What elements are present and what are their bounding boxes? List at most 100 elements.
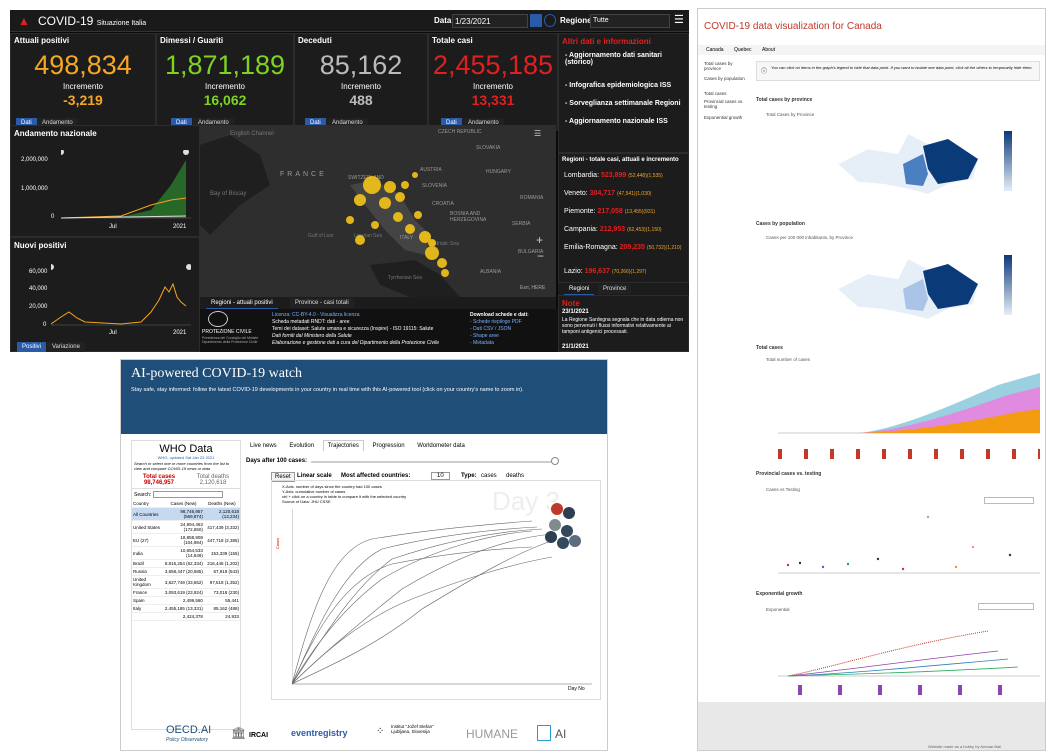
side-link[interactable]: Exponential growth: [704, 115, 742, 120]
growth-select[interactable]: [978, 603, 1034, 610]
map-bubbles: [346, 172, 449, 277]
table-header: Country Cases (New) Deaths (New): [132, 500, 240, 508]
nav-canada[interactable]: Canada: [706, 47, 724, 53]
region-row[interactable]: Lombardia: 523,899 (52,448)(1,535): [564, 172, 663, 179]
menu-icon[interactable]: ☰: [674, 13, 684, 26]
table-row[interactable]: India 10,654,533 (14,849) 153,339 (155): [132, 546, 240, 560]
total-cases-legend: [778, 449, 1040, 459]
ircai-logo: IRCAI: [249, 732, 269, 739]
region-row[interactable]: Campania: 212,953 (62,453)(1,150): [564, 226, 662, 233]
table-row[interactable]: All Countries 98,746,957 (569,874) 2,120,6…: [132, 507, 240, 521]
download-link[interactable]: - Metadata: [470, 340, 494, 346]
nav-quebec[interactable]: Quebec: [734, 47, 752, 53]
search-label: Search:: [134, 491, 152, 498]
tab-trajectories[interactable]: Trajectories: [322, 440, 364, 451]
col-deaths[interactable]: Deaths (New): [203, 500, 240, 508]
trend-xtick: 2021: [173, 224, 187, 230]
tab-regioni-positivi[interactable]: Regioni - attuali positivi: [206, 298, 278, 309]
table-row[interactable]: Brazil 8,816,254 (62,334) 216,445 (1,202): [132, 559, 240, 568]
tab-live-news[interactable]: Live news: [246, 441, 281, 451]
links-header: Altri dati e informazioni: [562, 37, 651, 46]
side-link[interactable]: Total cases by province: [704, 61, 746, 71]
table-row[interactable]: Italy 2,455,185 (13,331) 85,162 (488): [132, 604, 240, 613]
tab-positivi[interactable]: Positivi: [17, 342, 47, 352]
tab-evolution[interactable]: Evolution: [285, 441, 318, 451]
zoom-in-icon[interactable]: +: [536, 233, 543, 247]
fonti-text: Dati forniti dal Ministero della Salute: [272, 333, 352, 339]
scheda-link[interactable]: Scheda metadati RNDT: dati - aree: [272, 319, 350, 325]
link-aggiornamento[interactable]: - Aggiornamento nazionale ISS: [565, 118, 668, 125]
tab-progression[interactable]: Progression: [369, 441, 409, 451]
search-row: Search:: [132, 489, 240, 500]
canada-map-2: [837, 258, 979, 320]
table-row[interactable]: EU (27) 18,858,908 (104,984) 447,718 (2,38…: [132, 533, 240, 547]
days-slider-handle[interactable]: [551, 457, 559, 465]
who-totals: Total cases 98,746,957 Total deaths 2,120,…: [132, 472, 240, 489]
table-row[interactable]: France 3,093,619 (23,924) 73,018 (230): [132, 588, 240, 597]
map-tab-bar: Regioni - attuali positivi Province - ca…: [200, 297, 556, 309]
region-select[interactable]: Tutte: [590, 14, 670, 28]
download-header: Download schede e dati:: [470, 312, 529, 318]
col-country[interactable]: Country: [132, 500, 164, 508]
search-input[interactable]: [153, 491, 224, 498]
most-affected-select[interactable]: 10: [431, 472, 450, 480]
side-link[interactable]: Total cases: [704, 91, 727, 96]
elab-text: Elaborazione e gestione dati a cura del …: [272, 340, 440, 346]
chart-notes: X-Axis: number of days since the country…: [282, 484, 407, 504]
clock-icon[interactable]: [544, 14, 556, 27]
table-row[interactable]: 2,424,378 24,933: [132, 612, 240, 621]
footer-text: Website made as a hobby by Annaar Bali: [928, 744, 1002, 749]
col-cases[interactable]: Cases (New): [163, 500, 204, 508]
layers-icon[interactable]: ☰: [534, 129, 541, 138]
newpos-ytick: 40,000: [29, 286, 48, 292]
region-row[interactable]: Lazio: 196,637 (70,266)(1,297): [564, 268, 646, 275]
protezione-sub: Presidenza del Consiglio dei Ministri Di…: [202, 336, 259, 344]
calendar-icon[interactable]: [530, 14, 542, 27]
side-link[interactable]: Cases by population: [704, 76, 746, 81]
tab-worldometer[interactable]: Worldometer data: [413, 441, 469, 451]
ai-covid-watch: AI-powered COVID-19 watch Stay safe, sta…: [120, 359, 608, 751]
tab-regioni[interactable]: Regioni: [564, 284, 595, 295]
table-row[interactable]: Spain 2,499,560 55,441: [132, 596, 240, 605]
tab-variazione[interactable]: Variazione: [47, 342, 85, 352]
license-link[interactable]: Licenza: CC-BY-4.0 - Visualizza licenza: [272, 312, 360, 318]
side-link[interactable]: Provincial cases vs. testing: [704, 99, 746, 109]
stat-inc-label: Incremento: [204, 82, 246, 91]
download-link[interactable]: - Schede riepilogo PDF: [470, 319, 522, 325]
nav-about[interactable]: About: [762, 47, 775, 53]
download-link[interactable]: - Dati CSV / JSON: [470, 326, 511, 332]
region-row[interactable]: Veneto: 304,717 (47,541)(1,030): [564, 190, 651, 197]
region-row[interactable]: Piemonte: 217,058 (13,455)(931): [564, 208, 655, 215]
days-slider[interactable]: [311, 461, 556, 463]
table-row[interactable]: United States 24,994,463 (172,650) 417,439…: [132, 520, 240, 534]
link-dati-sanitari[interactable]: - Aggiornamento dati sanitari (storico): [565, 52, 685, 66]
type-cases-radio[interactable]: cases: [481, 473, 497, 479]
notes-header: Note: [562, 299, 580, 308]
link-sorveglianza[interactable]: - Sorveglianza settimanale Regioni: [565, 100, 681, 107]
tab-province-casi[interactable]: Province - casi totali: [290, 298, 354, 308]
table-row[interactable]: Russia 3,658,447 (20,585) 67,919 (543): [132, 567, 240, 576]
tab-province[interactable]: Province: [598, 284, 632, 294]
trend-title: Andamento nazionale: [14, 129, 97, 138]
stat-dimessi: Dimessi / Guariti 1,871,189 Incremento 1…: [156, 33, 294, 131]
ijs-logo: Institut "Jožef Stefan" Ljubljana, Slove…: [391, 724, 434, 734]
trend-ytick: 0: [51, 214, 55, 220]
exponential-chart: [778, 630, 1040, 677]
link-infografica[interactable]: - Infografica epidemiologica ISS: [565, 82, 671, 89]
region-row[interactable]: Emilia-Romagna: 209,235 (50,732)(1,210): [564, 244, 688, 251]
legend-bar-1: [1004, 131, 1012, 191]
canada-title: COVID-19 data visualization for Canada: [704, 21, 882, 32]
date-input[interactable]: 1/23/2021: [452, 14, 528, 28]
linear-scale-checkbox[interactable]: Linear scale: [297, 473, 332, 479]
type-deaths-radio[interactable]: deaths: [506, 473, 524, 479]
italy-map[interactable]: English Channel Bay of Biscay FRANCE SWI…: [200, 125, 556, 297]
protezione-title: PROTEZIONE CIVILE: [202, 329, 252, 335]
testing-select[interactable]: [984, 497, 1034, 504]
download-link[interactable]: - Shape aree: [470, 333, 499, 339]
region-label: Regione: [560, 16, 592, 25]
zoom-out-icon[interactable]: −: [537, 249, 544, 263]
table-row[interactable]: United Kingdom 3,627,748 (33,652) 97,518 (…: [132, 575, 240, 589]
ai-hero: AI-powered COVID-19 watch Stay safe, sta…: [121, 360, 607, 434]
ijs-dots-icon: ⁘: [376, 726, 385, 737]
newpos-title: Nuovi positivi: [14, 241, 67, 250]
